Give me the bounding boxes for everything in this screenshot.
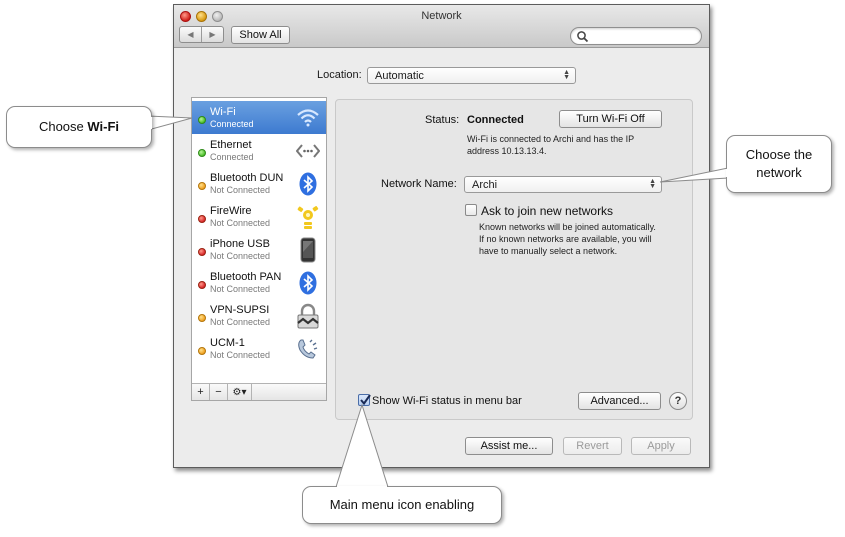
ask-join-desc-line3: have to manually select a network. xyxy=(479,246,618,256)
status-description-line2: address 10.13.13.4. xyxy=(467,146,547,156)
service-status: Not Connected xyxy=(210,284,271,294)
network-name-value: Archi xyxy=(472,178,498,191)
status-dot xyxy=(198,281,206,289)
iphone-icon xyxy=(296,237,320,263)
search-field[interactable] xyxy=(570,27,702,45)
choose-wifi-callout: Choose Wi-Fi xyxy=(6,106,152,148)
search-input[interactable] xyxy=(591,29,696,43)
service-name: iPhone USB xyxy=(210,238,270,250)
wifi-detail-panel: Status: Connected Turn Wi-Fi Off Wi-Fi i… xyxy=(335,99,693,420)
callout-text-bold: Wi-Fi xyxy=(87,119,120,134)
menu-icon-callout: Main menu icon enabling xyxy=(302,486,502,524)
service-item-wifi[interactable]: Wi-Fi Connected xyxy=(192,101,326,134)
status-value: Connected xyxy=(467,114,524,126)
ask-join-label: Ask to join new networks xyxy=(481,204,614,218)
forward-arrow-icon[interactable]: ▶ xyxy=(202,27,223,42)
choose-network-callout: Choose the network xyxy=(726,135,832,193)
callout-text-line1: Choose the xyxy=(745,147,813,162)
search-icon xyxy=(577,31,589,43)
checkmark-icon xyxy=(360,394,371,406)
revert-button[interactable]: Revert xyxy=(563,437,622,455)
assist-me-button[interactable]: Assist me... xyxy=(465,437,553,455)
service-name: Bluetooth DUN xyxy=(210,172,284,184)
service-status: Not Connected xyxy=(210,251,271,261)
show-wifi-status-checkbox[interactable] xyxy=(358,394,371,406)
status-description-line1: Wi-Fi is connected to Archi and has the … xyxy=(467,134,635,144)
status-dot xyxy=(198,149,206,157)
service-item-firewire[interactable]: FireWire Not Connected xyxy=(192,200,326,233)
service-item-ethernet[interactable]: Ethernet Connected xyxy=(192,134,326,167)
service-status: Not Connected xyxy=(210,218,271,228)
firewire-icon xyxy=(296,204,320,230)
phone-modem-icon xyxy=(296,336,320,362)
service-item-bluetooth-pan[interactable]: Bluetooth PAN Not Connected xyxy=(192,266,326,299)
network-name-label: Network Name: xyxy=(381,178,457,190)
service-status: Not Connected xyxy=(210,350,271,360)
apply-button[interactable]: Apply xyxy=(631,437,691,455)
status-dot xyxy=(198,248,206,256)
network-name-popup[interactable]: Archi ▲ ▼ xyxy=(464,176,662,193)
callout-text-prefix: Choose xyxy=(38,119,88,134)
service-status: Connected xyxy=(210,152,254,162)
location-value: Automatic xyxy=(375,69,424,82)
service-item-bluetooth-dun[interactable]: Bluetooth DUN Not Connected xyxy=(192,167,326,200)
network-preferences-window: Network ◀ ▶ Show All Location: Automatic… xyxy=(173,4,710,468)
popup-arrows-icon: ▲ ▼ xyxy=(649,178,656,190)
bluetooth-icon xyxy=(296,270,320,296)
service-name: UCM-1 xyxy=(210,337,245,349)
location-label: Location: xyxy=(317,69,362,81)
add-service-button[interactable]: + xyxy=(192,384,210,400)
service-item-ucm-1[interactable]: UCM-1 Not Connected xyxy=(192,332,326,365)
callout-text-line2: network xyxy=(756,165,802,180)
turn-wifi-off-button[interactable]: Turn Wi-Fi Off xyxy=(559,110,662,128)
status-dot xyxy=(198,347,206,355)
service-status: Not Connected xyxy=(210,185,271,195)
service-name: Ethernet xyxy=(210,139,252,151)
show-wifi-status-label: Show Wi-Fi status in menu bar xyxy=(372,395,522,407)
help-button[interactable]: ? xyxy=(669,392,687,410)
status-dot xyxy=(198,116,206,124)
status-dot xyxy=(198,215,206,223)
back-arrow-icon[interactable]: ◀ xyxy=(180,27,202,42)
advanced-button[interactable]: Advanced... xyxy=(578,392,661,410)
titlebar: Network ◀ ▶ Show All xyxy=(174,5,709,48)
service-list-toolbar: + − ⚙▾ xyxy=(192,383,326,400)
wifi-icon xyxy=(296,105,320,131)
service-name: Bluetooth PAN xyxy=(210,271,282,283)
window-title: Network xyxy=(421,10,462,22)
status-label: Status: xyxy=(425,114,460,126)
status-dot xyxy=(198,314,206,322)
location-popup[interactable]: Automatic ▲ ▼ xyxy=(367,67,576,84)
gear-menu-button[interactable]: ⚙▾ xyxy=(228,384,252,400)
remove-service-button[interactable]: − xyxy=(210,384,228,400)
service-status: Connected xyxy=(210,119,254,129)
ask-join-checkbox[interactable] xyxy=(465,204,477,216)
ethernet-icon xyxy=(296,138,320,164)
service-item-vpn-supsi[interactable]: VPN-SUPSI Not Connected xyxy=(192,299,326,332)
bluetooth-icon xyxy=(296,171,320,197)
service-list: Wi-Fi Connected Ethernet Connected Bluet… xyxy=(191,97,327,401)
service-name: FireWire xyxy=(210,205,252,217)
show-all-button[interactable]: Show All xyxy=(231,26,290,44)
service-status: Not Connected xyxy=(210,317,271,327)
ask-join-desc-line2: If no known networks are available, you … xyxy=(479,234,652,244)
back-forward-control: ◀ ▶ xyxy=(179,26,224,43)
service-item-iphone-usb[interactable]: iPhone USB Not Connected xyxy=(192,233,326,266)
status-dot xyxy=(198,182,206,190)
vpn-lock-icon xyxy=(296,303,320,329)
service-name: Wi-Fi xyxy=(210,106,236,118)
ask-join-desc-line1: Known networks will be joined automatica… xyxy=(479,222,656,232)
service-name: VPN-SUPSI xyxy=(210,304,270,316)
popup-arrows-icon: ▲ ▼ xyxy=(563,69,570,81)
